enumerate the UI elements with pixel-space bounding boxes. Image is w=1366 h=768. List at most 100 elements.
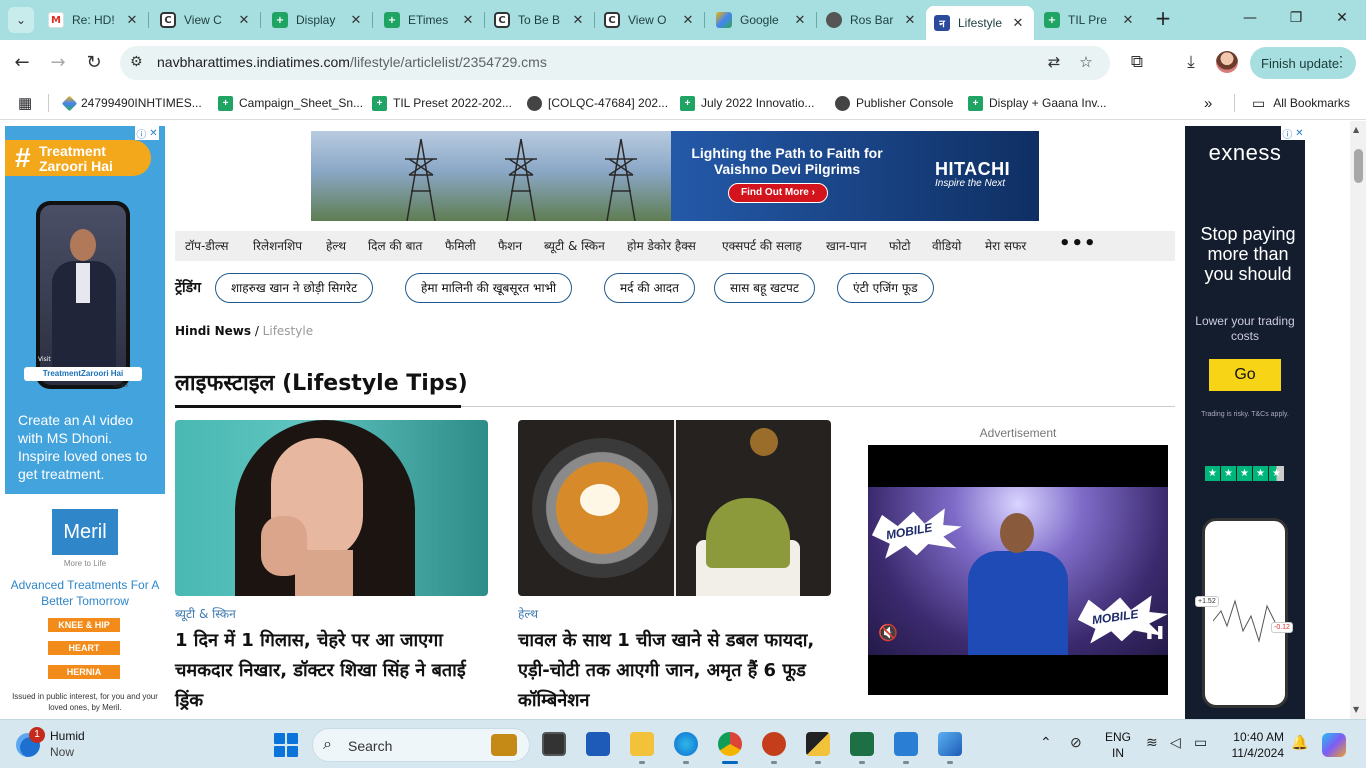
trending-chip[interactable]: एंटी एजिंग फूड bbox=[837, 273, 934, 303]
bookmark-2[interactable]: + Campaign_Sheet_Sn... bbox=[218, 92, 363, 114]
battery-icon[interactable]: ▭ bbox=[1194, 734, 1207, 751]
powerpoint-icon[interactable] bbox=[762, 732, 786, 756]
bookmark-4[interactable]: [COLQC-47684] 202... bbox=[527, 92, 668, 114]
bookmark-3[interactable]: + TIL Preset 2022-202... bbox=[372, 92, 512, 114]
ad-close-button[interactable]: ⓘ ✕ bbox=[135, 126, 159, 141]
close-icon[interactable]: ✕ bbox=[680, 13, 696, 28]
ad-meril[interactable]: Meril More to Life Advanced Treatments F… bbox=[5, 501, 165, 719]
bell-icon[interactable]: 🔔 bbox=[1291, 734, 1308, 751]
article-headline[interactable]: 1 दिन में 1 गिलास, चेहरे पर आ जाएगा चमकद… bbox=[175, 626, 488, 716]
apps-button[interactable]: ▦ bbox=[18, 92, 32, 114]
close-icon[interactable]: ✕ bbox=[1120, 13, 1136, 28]
scroll-down-icon[interactable]: ▼ bbox=[1353, 705, 1359, 714]
tab-3[interactable]: + Display ✕ bbox=[264, 6, 372, 34]
translate-icon[interactable]: ⇄ bbox=[1044, 53, 1064, 73]
forward-button[interactable]: → bbox=[47, 52, 69, 74]
bookmark-5[interactable]: + July 2022 Innovatio... bbox=[680, 92, 814, 114]
language-indicator[interactable]: ENG IN bbox=[1105, 729, 1131, 761]
article-category[interactable]: ब्यूटी & स्किन bbox=[175, 605, 488, 622]
all-bookmarks-button[interactable]: ▭ All Bookmarks bbox=[1252, 92, 1350, 114]
tab-active-lifestyle[interactable]: न Lifestyle ✕ bbox=[926, 6, 1034, 40]
tab-5[interactable]: C To Be B ✕ bbox=[486, 6, 594, 34]
scroll-up-icon[interactable]: ▲ bbox=[1353, 125, 1359, 134]
minimize-button[interactable]: — bbox=[1240, 10, 1260, 30]
chevron-up-icon[interactable]: ⌃ bbox=[1040, 734, 1052, 751]
ad-go-button[interactable]: Go bbox=[1209, 359, 1281, 391]
scrollbar-thumb[interactable] bbox=[1354, 149, 1363, 183]
download-icon[interactable]: ⤓ bbox=[1180, 52, 1202, 74]
excel-icon[interactable] bbox=[850, 732, 874, 756]
url-text[interactable]: navbharattimes.indiatimes.com/lifestyle/… bbox=[157, 54, 547, 70]
close-icon[interactable]: ✕ bbox=[348, 13, 364, 28]
photos-icon[interactable] bbox=[938, 732, 962, 756]
chrome-icon[interactable] bbox=[718, 732, 742, 756]
nav-item[interactable]: टॉप-डील्स bbox=[185, 237, 229, 254]
tab-1[interactable]: M Re: HD! ✕ bbox=[40, 6, 148, 34]
start-button[interactable] bbox=[274, 733, 298, 757]
article-category[interactable]: हेल्थ bbox=[518, 605, 831, 622]
reload-button[interactable]: ↻ bbox=[83, 52, 105, 74]
new-tab-button[interactable]: + bbox=[1152, 8, 1174, 30]
no-network-icon[interactable]: ⊘ bbox=[1070, 734, 1082, 751]
article-card[interactable]: ब्यूटी & स्किन 1 दिन में 1 गिलास, चेहरे … bbox=[175, 420, 488, 716]
close-icon[interactable]: ✕ bbox=[792, 13, 808, 28]
wifi-icon[interactable]: ≋ bbox=[1146, 734, 1158, 751]
nav-item[interactable]: फैशन bbox=[498, 237, 522, 254]
bookmark-star-icon[interactable]: ☆ bbox=[1076, 53, 1096, 73]
nav-item[interactable]: हेल्थ bbox=[326, 237, 346, 254]
tab-10[interactable]: + TIL Pre ✕ bbox=[1036, 6, 1144, 34]
ad-left-treatment[interactable]: # Treatment Zaroori Hai Visit TreatmentZ… bbox=[5, 126, 165, 494]
tab-search-button[interactable]: ⌄ bbox=[8, 7, 34, 33]
nav-item[interactable]: रिलेशनशिप bbox=[253, 237, 302, 254]
nav-item[interactable]: होम डेकोर हैक्स bbox=[627, 237, 696, 254]
site-info-icon[interactable]: ⚙ bbox=[130, 54, 148, 72]
extensions-icon[interactable]: ⧉ bbox=[1126, 52, 1148, 74]
store-icon[interactable] bbox=[586, 732, 610, 756]
tab-7[interactable]: Google ✕ bbox=[708, 6, 816, 34]
video-ad[interactable]: MOBILE MOBILE 🔇 ❚❚ bbox=[868, 445, 1168, 695]
close-icon[interactable]: ✕ bbox=[124, 13, 140, 28]
page-scrollbar[interactable]: ▲ ▼ bbox=[1350, 121, 1366, 719]
close-icon[interactable]: ✕ bbox=[460, 13, 476, 28]
article-card[interactable]: हेल्थ चावल के साथ 1 चीज खाने से डबल फायद… bbox=[518, 420, 831, 716]
close-icon[interactable]: ✕ bbox=[570, 13, 586, 28]
nav-item[interactable]: दिल की बात bbox=[368, 237, 422, 254]
tab-8[interactable]: Ros Bar ✕ bbox=[818, 6, 926, 34]
breadcrumb-home[interactable]: Hindi News bbox=[175, 324, 251, 338]
back-button[interactable]: ← bbox=[11, 52, 33, 74]
clock[interactable]: 10:40 AM 11/4/2024 bbox=[1224, 729, 1285, 761]
trending-chip[interactable]: शाहरुख खान ने छोड़ी सिगरेट bbox=[215, 273, 374, 303]
ad-right-exness[interactable]: exness Stop paying more than you should … bbox=[1185, 126, 1305, 719]
task-view-icon[interactable] bbox=[542, 732, 566, 756]
ad-top-hitachi[interactable]: Lighting the Path to Faith for Vaishno D… bbox=[311, 131, 1039, 221]
close-icon[interactable]: ✕ bbox=[236, 13, 252, 28]
trending-chip[interactable]: मर्द की आदत bbox=[604, 273, 695, 303]
ad-close-button[interactable]: ⓘ ✕ bbox=[1281, 126, 1305, 141]
nav-more-button[interactable]: ••• bbox=[1059, 233, 1097, 254]
bookmark-7[interactable]: + Display + Gaana Inv... bbox=[968, 92, 1107, 114]
bookmarks-overflow-button[interactable]: » bbox=[1204, 92, 1212, 114]
nav-item[interactable]: मेरा सफर bbox=[985, 237, 1026, 254]
nav-item[interactable]: वीडियो bbox=[932, 237, 961, 254]
article-image[interactable] bbox=[175, 420, 488, 596]
volume-icon[interactable]: ◁ bbox=[1170, 734, 1181, 751]
nav-item[interactable]: फोटो bbox=[889, 237, 911, 254]
notepad-icon[interactable] bbox=[894, 732, 918, 756]
copilot-icon[interactable] bbox=[1322, 733, 1346, 757]
sticky-notes-icon[interactable] bbox=[806, 732, 830, 756]
article-image[interactable] bbox=[518, 420, 831, 596]
close-window-button[interactable]: ✕ bbox=[1332, 10, 1352, 30]
edge-icon[interactable] bbox=[674, 732, 698, 756]
close-icon[interactable]: ✕ bbox=[902, 13, 918, 28]
taskbar-search[interactable]: ⌕ Search bbox=[312, 728, 530, 762]
tab-6[interactable]: C View O ✕ bbox=[596, 6, 704, 34]
close-icon[interactable]: ✕ bbox=[1010, 16, 1026, 31]
nav-item[interactable]: फैमिली bbox=[445, 237, 476, 254]
nav-item[interactable]: एक्सपर्ट की सलाह bbox=[722, 237, 802, 254]
profile-avatar[interactable] bbox=[1216, 51, 1238, 73]
finish-update-button[interactable]: Finish update ⋮ bbox=[1250, 47, 1356, 79]
mute-icon[interactable]: 🔇 bbox=[878, 623, 898, 642]
trending-chip[interactable]: हेमा मालिनी की खूबसूरत भाभी bbox=[405, 273, 573, 303]
nav-item[interactable]: ब्यूटी & स्किन bbox=[544, 237, 605, 254]
bookmark-6[interactable]: Publisher Console bbox=[835, 92, 953, 114]
